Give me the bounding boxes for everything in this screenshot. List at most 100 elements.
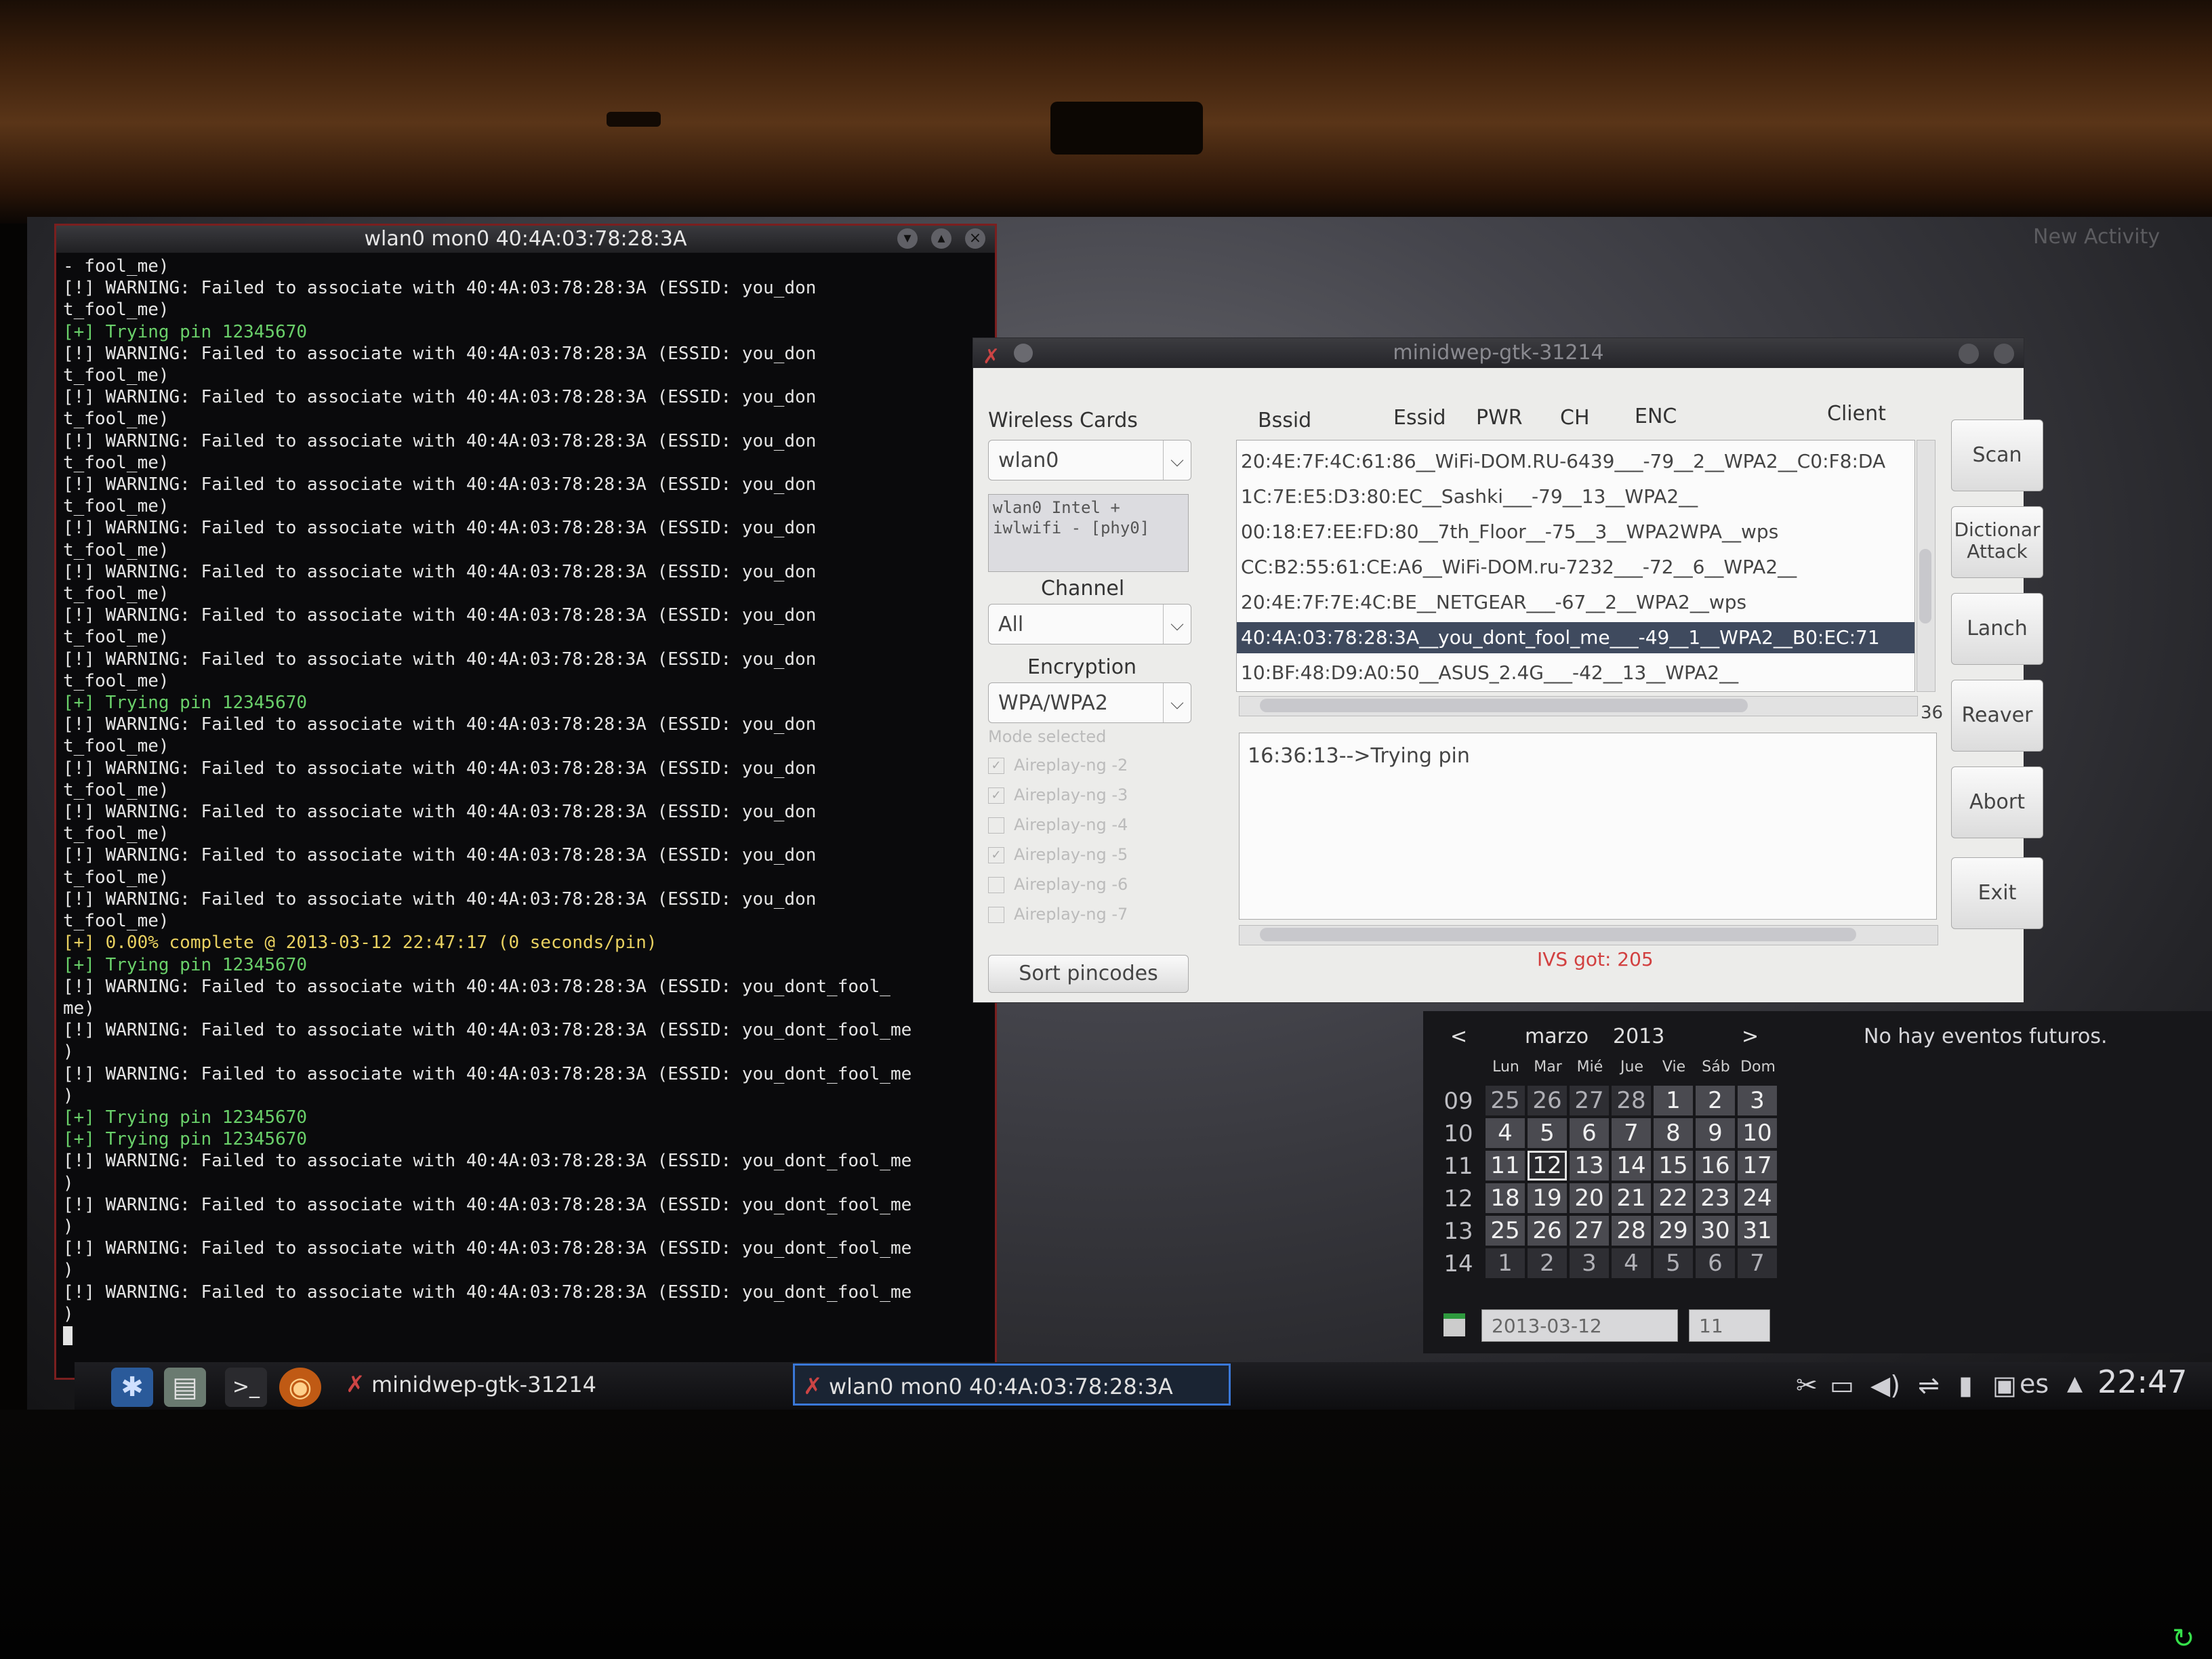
calendar-day[interactable]: 24 <box>1738 1183 1777 1213</box>
mode-option[interactable]: ✓ Aireplay-ng -5 <box>988 845 1128 864</box>
calendar-day[interactable]: 2 <box>1528 1248 1567 1278</box>
minidwep-titlebar[interactable]: ✗ minidwep-gtk-31214 <box>973 338 2024 369</box>
scissors-icon[interactable]: ✂ <box>1796 1370 1818 1400</box>
ap-row[interactable]: 20:4E:7F:7E:4C:BE__NETGEAR___-67__2__WPA… <box>1241 587 1746 618</box>
calendar-day[interactable]: 25 <box>1486 1086 1525 1115</box>
encryption-select[interactable]: WPA/WPA2 ⌵ <box>988 682 1191 723</box>
firefox-icon[interactable]: ◉ <box>279 1368 321 1407</box>
mode-option[interactable]: Aireplay-ng -4 <box>988 815 1128 834</box>
close-icon[interactable]: × <box>965 228 985 249</box>
calendar-day[interactable]: 26 <box>1528 1086 1567 1115</box>
new-activity-button[interactable]: New Activity <box>2033 225 2160 249</box>
year-label[interactable]: 2013 <box>1613 1025 1664 1048</box>
terminal-icon[interactable]: >_ <box>225 1368 267 1407</box>
calendar-day[interactable]: 4 <box>1486 1118 1525 1148</box>
window-menu-icon[interactable] <box>1014 344 1033 363</box>
maximize-icon[interactable]: ▴ <box>931 228 951 249</box>
tray-expand-icon[interactable]: ▲ <box>2067 1372 2083 1395</box>
checkbox-icon[interactable]: ✓ <box>988 847 1004 863</box>
file-manager-icon[interactable]: ▤ <box>164 1368 206 1407</box>
terminal-titlebar[interactable]: wlan0 mon0 40:4A:03:78:28:3A ▾ ▴ × <box>56 226 995 253</box>
calendar-today[interactable]: 12 <box>1528 1151 1567 1181</box>
calendar-day[interactable]: 27 <box>1570 1086 1609 1115</box>
volume-icon[interactable]: ◀) <box>1870 1370 1900 1400</box>
col-pwr[interactable]: PWR <box>1476 406 1523 430</box>
calendar-day[interactable]: 20 <box>1570 1183 1609 1213</box>
sort-pincodes-button[interactable]: Sort pincodes <box>988 955 1189 993</box>
log-output[interactable]: 16:36:13-->Trying pin <box>1239 733 1937 920</box>
calendar-day[interactable]: 28 <box>1612 1216 1651 1246</box>
checkbox-icon[interactable]: ✓ <box>988 787 1004 804</box>
ap-list[interactable]: 20:4E:7F:4C:61:86__WiFi-DOM.RU-6439___-7… <box>1236 440 1915 692</box>
mode-option[interactable]: Aireplay-ng -6 <box>988 875 1128 894</box>
clipboard-icon[interactable]: ▮ <box>1959 1370 1973 1400</box>
minimize-icon[interactable] <box>1959 344 1979 364</box>
calendar-day[interactable]: 5 <box>1654 1248 1693 1278</box>
calendar-day[interactable]: 1 <box>1654 1086 1693 1115</box>
dictionary-attack-button[interactable]: Dictionar Attack <box>1951 506 2043 578</box>
calendar-day[interactable]: 13 <box>1570 1151 1609 1181</box>
reaver-button[interactable]: Reaver <box>1951 680 2043 752</box>
month-label[interactable]: marzo <box>1525 1025 1589 1048</box>
channel-select[interactable]: All ⌵ <box>988 604 1191 644</box>
calendar-icon[interactable] <box>1443 1313 1465 1336</box>
checkbox-icon[interactable] <box>988 877 1004 893</box>
col-ch[interactable]: CH <box>1560 406 1590 430</box>
ap-row[interactable]: 00:18:E7:EE:FD:80__7th_Floor__-75__3__WP… <box>1241 516 1778 548</box>
calendar-day[interactable]: 5 <box>1528 1118 1567 1148</box>
col-bssid[interactable]: Bssid <box>1258 409 1311 432</box>
calendar-day[interactable]: 26 <box>1528 1216 1567 1246</box>
display-icon[interactable]: ▣ <box>1992 1370 2017 1400</box>
calendar-day[interactable]: 2 <box>1696 1086 1735 1115</box>
exit-button[interactable]: Exit <box>1951 857 2043 929</box>
week-field[interactable]: 11 <box>1689 1309 1770 1342</box>
abort-button[interactable]: Abort <box>1951 766 2043 838</box>
calendar-day[interactable]: 6 <box>1696 1248 1735 1278</box>
calendar-day[interactable]: 7 <box>1738 1248 1777 1278</box>
calendar-day[interactable]: 3 <box>1570 1248 1609 1278</box>
ap-row[interactable]: 10:BF:48:D9:A0:50__ASUS_2.4G___-42__13__… <box>1241 657 1738 689</box>
ap-list-vscroll[interactable] <box>1917 440 1936 692</box>
col-essid[interactable]: Essid <box>1393 406 1446 430</box>
lanch-button[interactable]: Lanch <box>1951 593 2043 665</box>
calendar-day[interactable]: 17 <box>1738 1151 1777 1181</box>
kde-menu-icon[interactable]: ✱ <box>111 1368 153 1407</box>
date-field[interactable]: 2013-03-12 <box>1481 1309 1678 1342</box>
calendar-day[interactable]: 16 <box>1696 1151 1735 1181</box>
checkbox-icon[interactable] <box>988 817 1004 834</box>
ap-row[interactable]: 1C:7E:E5:D3:80:EC__Sashki___-79__13__WPA… <box>1241 481 1698 512</box>
calendar-day[interactable]: 6 <box>1570 1118 1609 1148</box>
minidwep-window[interactable]: ✗ minidwep-gtk-31214 Wireless Cards wlan… <box>972 337 2043 1003</box>
calendar-day[interactable]: 29 <box>1654 1216 1693 1246</box>
task-minidwep[interactable]: ✗ minidwep-gtk-31214 <box>337 1364 771 1406</box>
wireless-card-select[interactable]: wlan0 ⌵ <box>988 440 1191 480</box>
calendar-day[interactable]: 1 <box>1486 1248 1525 1278</box>
calendar-day[interactable]: 31 <box>1738 1216 1777 1246</box>
network-icon[interactable]: ▭ <box>1830 1370 1854 1400</box>
calendar-day[interactable]: 27 <box>1570 1216 1609 1246</box>
calendar-day[interactable]: 7 <box>1612 1118 1651 1148</box>
calendar-day[interactable]: 18 <box>1486 1183 1525 1213</box>
checkbox-icon[interactable] <box>988 907 1004 923</box>
task-terminal[interactable]: ✗ wlan0 mon0 40:4A:03:78:28:3A <box>793 1364 1231 1406</box>
calendar-day[interactable]: 23 <box>1696 1183 1735 1213</box>
calendar-day[interactable]: 22 <box>1654 1183 1693 1213</box>
calendar-day[interactable]: 15 <box>1654 1151 1693 1181</box>
ap-row[interactable]: CC:B2:55:61:CE:A6__WiFi-DOM.ru-7232___-7… <box>1241 552 1797 583</box>
ap-list-hscroll[interactable] <box>1239 696 1918 716</box>
calendar-day[interactable]: 19 <box>1528 1183 1567 1213</box>
calendar-day[interactable]: 25 <box>1486 1216 1525 1246</box>
clock[interactable]: 22:47 <box>2097 1364 2188 1400</box>
col-client[interactable]: Client <box>1827 402 1886 426</box>
maximize-icon[interactable] <box>1994 344 2014 364</box>
next-month-button[interactable]: > <box>1742 1025 1759 1048</box>
calendar-day[interactable]: 9 <box>1696 1118 1735 1148</box>
calendar-day[interactable]: 14 <box>1612 1151 1651 1181</box>
ap-row[interactable]: 20:4E:7F:4C:61:86__WiFi-DOM.RU-6439___-7… <box>1241 446 1885 477</box>
mode-option[interactable]: ✓ Aireplay-ng -2 <box>988 756 1128 775</box>
calendar-day[interactable]: 30 <box>1696 1216 1735 1246</box>
calendar-day[interactable]: 4 <box>1612 1248 1651 1278</box>
terminal-window[interactable]: wlan0 mon0 40:4A:03:78:28:3A ▾ ▴ × - foo… <box>54 224 997 1380</box>
mode-option[interactable]: Aireplay-ng -7 <box>988 905 1128 924</box>
col-enc[interactable]: ENC <box>1635 405 1677 428</box>
